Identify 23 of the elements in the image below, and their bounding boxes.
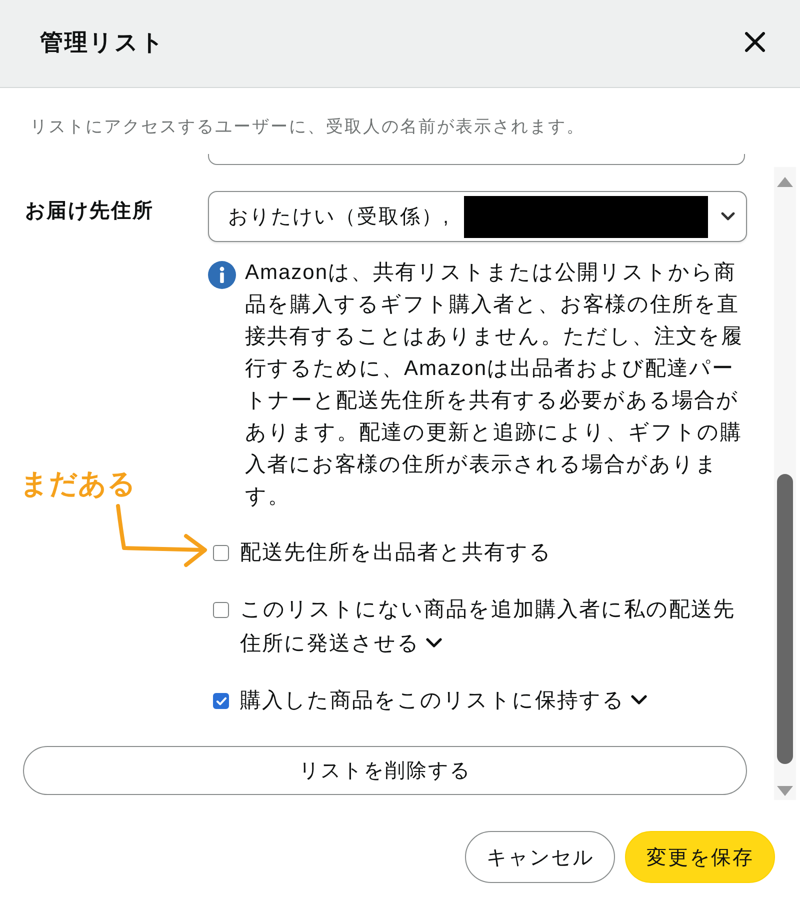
annotation-text: まだある xyxy=(20,467,136,501)
cancel-button[interactable]: キャンセル xyxy=(465,831,615,883)
info-icon xyxy=(208,261,236,289)
dialog-title: 管理リスト xyxy=(40,28,166,56)
address-dropdown[interactable]: おりたけい（受取係）, xyxy=(208,191,747,242)
save-button[interactable]: 変更を保存 xyxy=(625,831,775,883)
chevron-down-icon[interactable] xyxy=(631,695,647,705)
checkbox[interactable] xyxy=(213,545,229,561)
checkbox-label[interactable]: 購入した商品をこのリストに保持する xyxy=(240,684,647,718)
field-label: お届け先住所 xyxy=(24,199,155,224)
hint-text: リストにアクセスするユーザーに、受取人の名前が表示されます。 xyxy=(29,116,586,138)
checkbox-label[interactable]: このリストにない商品を追加購入者に私の配送先住所に発送させる xyxy=(240,593,744,661)
scroll-up-icon[interactable] xyxy=(777,177,793,187)
close-icon[interactable] xyxy=(745,32,765,52)
checkbox-label[interactable]: 配送先住所を出品者と共有する xyxy=(240,536,552,570)
checkbox[interactable] xyxy=(213,602,229,618)
notice-text: Amazonは、共有リストまたは公開リストから商品を購入するギフト購入者と、お客様の住所を直接共有することはありません。ただし、注文を履行するために、Amazonは出品者および配達パートナーと配送先住所を共有する必要がある場合があります。配達の更新と追跡により、ギフトの購入者にお客様の住所が表示される場合があります。 xyxy=(245,260,744,510)
chevron-down-icon[interactable] xyxy=(426,638,442,648)
chevron-down-icon xyxy=(721,212,735,221)
delete-list-button[interactable]: リストを削除する xyxy=(23,746,747,795)
scroll-down-icon[interactable] xyxy=(777,786,793,796)
checkbox[interactable] xyxy=(213,693,229,709)
scrollbar-thumb[interactable] xyxy=(777,474,793,764)
